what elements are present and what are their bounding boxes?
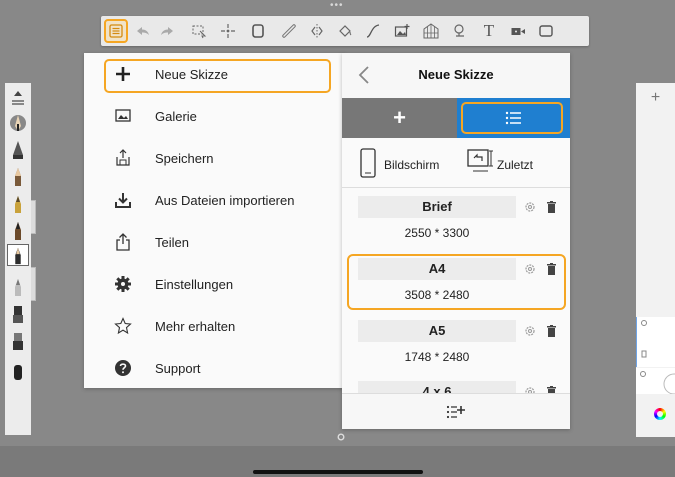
- preset-name: A5: [428, 323, 446, 338]
- video-icon[interactable]: [506, 19, 530, 43]
- canvas-handle-icon: [337, 433, 345, 441]
- fineliner-icon[interactable]: [7, 244, 29, 266]
- list-icon: [505, 111, 521, 125]
- stamp-icon[interactable]: [448, 19, 472, 43]
- dialog-title: Neue Skizze: [418, 67, 494, 82]
- preset-delete-icon[interactable]: [547, 201, 556, 213]
- preset-a5[interactable]: A5 1748 * 2480: [342, 314, 570, 376]
- add-preset-icon[interactable]: [446, 404, 466, 420]
- undo-icon[interactable]: [131, 19, 155, 43]
- preset-size: 1748 * 2480: [404, 350, 470, 364]
- symmetry-icon[interactable]: [305, 19, 329, 43]
- right-layer-panel: +: [636, 83, 675, 437]
- preset-list-tab[interactable]: [457, 98, 570, 138]
- gallery-icon: [112, 105, 134, 127]
- home-indicator[interactable]: [253, 470, 423, 474]
- menu-list-icon[interactable]: [104, 19, 128, 43]
- text-icon[interactable]: T: [477, 19, 501, 43]
- menu-item-save[interactable]: Speichern: [84, 137, 344, 179]
- layer-thumbnail[interactable]: [636, 368, 675, 395]
- menu-item-get-more[interactable]: Mehr erhalten: [84, 305, 344, 347]
- preset-a4-highlight: [347, 254, 566, 310]
- brush-tool-strip: [5, 83, 31, 435]
- layer-thumbnail[interactable]: [636, 317, 675, 367]
- menu-item-label: Einstellungen: [155, 276, 234, 292]
- add-layer-button[interactable]: +: [636, 83, 675, 113]
- screen-size-icon[interactable]: [360, 148, 376, 183]
- dialog-header: Neue Skizze: [342, 53, 570, 98]
- recent-size-icon[interactable]: [467, 149, 497, 182]
- menu-item-label: Speichern: [155, 150, 214, 166]
- marker-icon[interactable]: [9, 193, 27, 215]
- screen-size-option[interactable]: Bildschirm: [384, 158, 439, 172]
- new-sketch-dialog: Neue Skizze + Bildschirm Zuletzt Brief 2…: [342, 53, 570, 429]
- menu-item-gallery[interactable]: Galerie: [84, 95, 344, 137]
- plus-icon: [112, 63, 134, 85]
- dialog-footer: [342, 393, 570, 429]
- menu-item-label: Galerie: [155, 108, 197, 124]
- airbrush-icon[interactable]: [9, 112, 27, 134]
- preset-settings-icon[interactable]: [524, 325, 536, 337]
- top-toolbar: T: [101, 16, 589, 46]
- recent-size-option[interactable]: Zuletzt: [497, 158, 533, 172]
- preset-name: Brief: [422, 199, 452, 214]
- paint-brush-icon[interactable]: [9, 330, 27, 352]
- menu-item-label: Neue Skizze: [155, 66, 228, 82]
- brush-size-slider-icon[interactable]: [9, 87, 27, 109]
- main-menu: Neue Skizze Galerie Speichern Aus Dateie…: [84, 53, 344, 388]
- menu-item-share[interactable]: Teilen: [84, 221, 344, 263]
- preset-delete-icon[interactable]: [547, 325, 556, 337]
- import-icon: [112, 189, 134, 211]
- eraser-icon[interactable]: [9, 361, 27, 383]
- canvas-source-options: Bildschirm Zuletzt: [342, 138, 570, 188]
- menu-item-label: Teilen: [155, 234, 189, 250]
- menu-item-new-sketch[interactable]: Neue Skizze: [84, 53, 344, 95]
- star-icon: [112, 315, 134, 337]
- custom-size-tab[interactable]: +: [342, 98, 457, 138]
- menu-item-import-from-files[interactable]: Aus Dateien importieren: [84, 179, 344, 221]
- selection-icon[interactable]: [187, 19, 211, 43]
- perspective-icon[interactable]: [419, 19, 443, 43]
- share-icon: [112, 231, 134, 253]
- preset-brief[interactable]: Brief 2550 * 3300: [342, 190, 570, 252]
- gear-icon: [112, 273, 134, 295]
- soft-pencil-icon[interactable]: [9, 276, 27, 298]
- technical-pen-icon[interactable]: [9, 139, 27, 161]
- layer-icon[interactable]: [246, 19, 270, 43]
- preset-settings-icon[interactable]: [524, 201, 536, 213]
- ruler-icon[interactable]: [277, 19, 301, 43]
- curve-icon[interactable]: [361, 19, 385, 43]
- brush-strip-marker: [31, 267, 36, 301]
- save-icon: [112, 147, 134, 169]
- preset-size: 2550 * 3300: [404, 226, 470, 240]
- redo-icon[interactable]: [155, 19, 179, 43]
- pencil-icon[interactable]: [9, 166, 27, 188]
- move-icon[interactable]: [216, 19, 240, 43]
- menu-item-support[interactable]: Support: [84, 347, 344, 389]
- top-multitask-dots[interactable]: •••: [330, 1, 346, 11]
- menu-item-label: Mehr erhalten: [155, 318, 236, 334]
- help-icon: [112, 357, 134, 379]
- ink-pen-icon[interactable]: [9, 220, 27, 242]
- brush-icon[interactable]: [9, 303, 27, 325]
- menu-item-label: Support: [155, 360, 201, 376]
- fill-icon[interactable]: [333, 19, 357, 43]
- fullscreen-icon[interactable]: [534, 19, 558, 43]
- image-import-icon[interactable]: [390, 19, 414, 43]
- menu-item-label: Aus Dateien importieren: [155, 192, 295, 208]
- brush-strip-marker: [31, 200, 36, 234]
- menu-item-settings[interactable]: Einstellungen: [84, 263, 344, 305]
- color-wheel-icon[interactable]: [654, 408, 666, 420]
